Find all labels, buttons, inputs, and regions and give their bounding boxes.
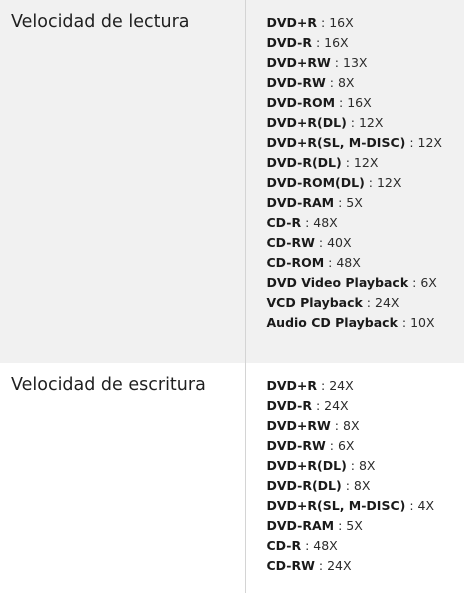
speed-format: DVD+R(DL) [266,115,347,130]
speed-format: DVD-R(DL) [266,478,342,493]
speed-value: 13X [343,55,368,70]
speed-value: 6X [420,275,437,290]
speed-item: DVD+R(SL, M-DISC) : 12X [266,135,443,150]
speed-item: CD-R : 48X [266,215,338,230]
speed-item: CD-RW : 40X [266,235,352,250]
speed-format: CD-ROM [266,255,325,270]
speed-format: DVD+R(DL) [266,458,347,473]
speed-value: 48X [336,255,361,270]
speed-format: CD-R [266,538,302,553]
speed-item: CD-R : 48X [266,538,338,553]
speed-value: 5X [346,518,363,533]
speed-value: 24X [329,378,354,393]
speed-item: DVD+RW : 13X [266,55,368,70]
speed-item: DVD-ROM : 16X [266,95,372,110]
speed-value: 40X [327,235,352,250]
speed-item: DVD-RW : 6X [266,438,355,453]
speed-format: Audio CD Playback [266,315,398,330]
speed-item: DVD+R(DL) : 12X [266,115,384,130]
speed-item: DVD+R : 16X [266,15,354,30]
speed-value: 8X [337,75,355,90]
speed-value: 6X [337,438,355,453]
speed-value: 48X [313,538,338,553]
speed-item: DVD+R(DL) : 8X [266,458,376,473]
speed-format: DVD+RW [266,55,331,70]
speed-item: CD-RW : 24X [266,558,352,573]
speed-item: DVD-RAM : 5X [266,195,363,210]
speed-item: VCD Playback : 24X [266,295,400,310]
speed-item: DVD-RAM : 5X [266,518,363,533]
spec-label-write-speed: Velocidad de escritura [0,363,246,593]
speed-value: 24X [324,398,349,413]
speed-value: 24X [327,558,352,573]
speed-format: DVD+R [266,378,318,393]
speed-value: 4X [417,498,435,513]
speed-value: 12X [376,175,402,190]
speed-format: DVD-R(DL) [266,155,342,170]
speed-value: 16X [347,95,372,110]
speed-value: 12X [353,155,379,170]
speed-format: DVD-ROM(DL) [266,175,365,190]
speed-format: CD-R [266,215,302,230]
speed-format: DVD-ROM [266,95,336,110]
speed-value: 8X [358,458,376,473]
speed-value: 10X [410,315,435,330]
speed-format: CD-RW [266,558,315,573]
speed-value: 16X [324,35,349,50]
spec-values-write-speed: DVD+R : 24X DVD-R : 24X DVD+RW : 8X DVD-RW … [245,363,464,593]
speed-value: 5X [346,195,363,210]
spec-table: Velocidad de lectura DVD+R : 16X DVD-R : … [0,0,464,593]
speed-value: 16X [329,15,354,30]
spec-row-write-speed: Velocidad de escritura DVD+R : 24X DVD-R … [0,363,464,593]
speed-item: DVD+RW : 8X [266,418,360,433]
speed-format: DVD-RW [266,75,326,90]
speed-item: DVD-R(DL) : 8X [266,478,371,493]
read-speed-list: DVD+R : 16X DVD-R : 16X DVD+RW : 13X DVD-RW… [267,13,464,333]
speed-item: DVD+R(SL, M-DISC) : 4X [266,498,435,513]
write-speed-list: DVD+R : 24X DVD-R : 24X DVD+RW : 8X DVD-RW … [267,376,464,576]
speed-format: DVD Video Playback [266,275,409,290]
speed-format: DVD+RW [266,418,331,433]
speed-format: DVD+R [266,15,318,30]
spec-values-read-speed: DVD+R : 16X DVD-R : 16X DVD+RW : 13X DVD-RW… [245,0,464,363]
speed-value: 48X [313,215,338,230]
speed-item: DVD-R(DL) : 12X [266,155,379,170]
speed-format: DVD+R(SL, M-DISC) [266,498,406,513]
speed-value: 24X [375,295,400,310]
speed-value: 12X [358,115,384,130]
speed-value: 8X [343,418,360,433]
speed-item: DVD-R : 24X [266,398,349,413]
speed-format: DVD+R(SL, M-DISC) [266,135,406,150]
speed-format: CD-RW [266,235,315,250]
speed-value: 8X [353,478,371,493]
speed-value: 12X [417,135,443,150]
speed-item: DVD-ROM(DL) : 12X [266,175,402,190]
speed-format: VCD Playback [266,295,363,310]
speed-item: CD-ROM : 48X [266,255,361,270]
speed-format: DVD-RAM [266,195,335,210]
speed-format: DVD-R [266,398,312,413]
speed-item: DVD-R : 16X [266,35,349,50]
speed-item: DVD-RW : 8X [266,75,355,90]
spec-row-read-speed: Velocidad de lectura DVD+R : 16X DVD-R : … [0,0,464,363]
speed-format: DVD-RW [266,438,326,453]
spec-label-read-speed: Velocidad de lectura [0,0,246,363]
speed-format: DVD-R [266,35,312,50]
speed-item: Audio CD Playback : 10X [266,315,435,330]
speed-item: DVD+R : 24X [266,378,354,393]
speed-item: DVD Video Playback : 6X [266,275,437,290]
speed-format: DVD-RAM [266,518,335,533]
